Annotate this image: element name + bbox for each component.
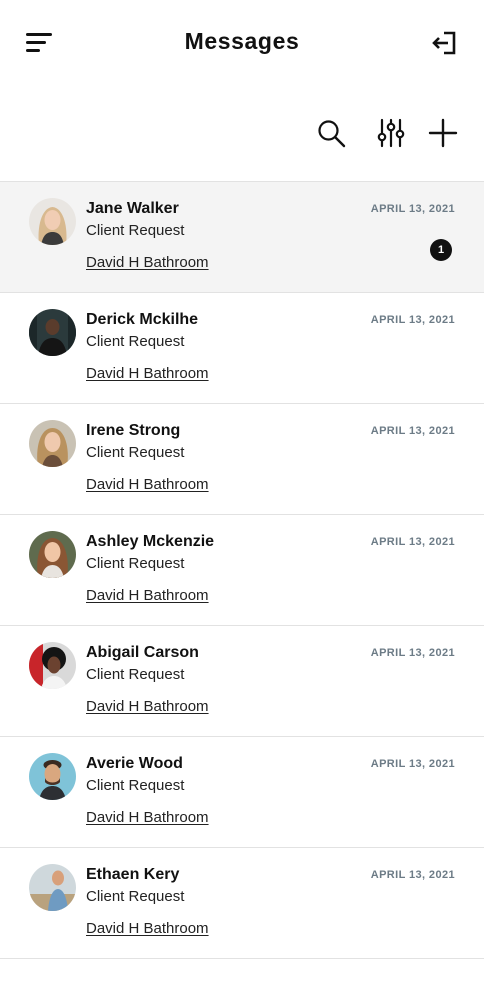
message-subject: Client Request <box>86 444 185 461</box>
message-subject: Client Request <box>86 333 185 350</box>
project-link[interactable]: David H Bathroom <box>86 809 209 826</box>
avatar <box>29 420 76 467</box>
project-link[interactable]: David H Bathroom <box>86 254 209 271</box>
project-link[interactable]: David H Bathroom <box>86 365 209 382</box>
avatar <box>29 753 76 800</box>
unread-badge: 1 <box>430 239 452 261</box>
avatar <box>29 309 76 356</box>
message-subject: Client Request <box>86 555 185 572</box>
avatar <box>29 198 76 245</box>
message-item[interactable]: Irene Strong Client Request David H Bath… <box>0 404 484 515</box>
avatar <box>29 642 76 689</box>
message-date: APRIL 13, 2021 <box>370 536 455 548</box>
message-date: APRIL 13, 2021 <box>370 758 455 770</box>
contact-name: Ethaen Kery <box>86 866 180 883</box>
project-link[interactable]: David H Bathroom <box>86 476 209 493</box>
message-date: APRIL 13, 2021 <box>370 425 455 437</box>
message-list: Jane Walker Client Request David H Bathr… <box>0 181 484 959</box>
search-icon[interactable] <box>316 118 346 148</box>
contact-name: Averie Wood <box>86 755 183 772</box>
message-subject: Client Request <box>86 666 185 683</box>
avatar <box>29 531 76 578</box>
avatar <box>29 864 76 911</box>
message-date: APRIL 13, 2021 <box>370 869 455 881</box>
toolbar <box>0 110 484 156</box>
message-subject: Client Request <box>86 777 185 794</box>
project-link[interactable]: David H Bathroom <box>86 698 209 715</box>
project-link[interactable]: David H Bathroom <box>86 587 209 604</box>
messages-screen: Messages Jane Walker Client Request Davi… <box>0 0 484 1000</box>
header: Messages <box>0 0 484 86</box>
contact-name: Irene Strong <box>86 422 181 439</box>
contact-name: Derick Mckilhe <box>86 311 199 328</box>
sliders-filter-icon[interactable] <box>376 118 406 148</box>
contact-name: Abigail Carson <box>86 644 199 661</box>
message-item[interactable]: Abigail Carson Client Request David H Ba… <box>0 626 484 737</box>
message-date: APRIL 13, 2021 <box>370 314 455 326</box>
message-item[interactable]: Ethaen Kery Client Request David H Bathr… <box>0 848 484 959</box>
logout-icon[interactable] <box>430 29 458 57</box>
project-link[interactable]: David H Bathroom <box>86 920 209 937</box>
message-item[interactable]: Ashley Mckenzie Client Request David H B… <box>0 515 484 626</box>
message-subject: Client Request <box>86 222 185 239</box>
page-title: Messages <box>184 28 300 54</box>
contact-name: Ashley Mckenzie <box>86 533 215 550</box>
message-date: APRIL 13, 2021 <box>370 647 455 659</box>
plus-icon[interactable] <box>428 118 458 148</box>
contact-name: Jane Walker <box>86 200 179 217</box>
message-item[interactable]: Derick Mckilhe Client Request David H Ba… <box>0 293 484 404</box>
message-item[interactable]: Jane Walker Client Request David H Bathr… <box>0 182 484 293</box>
message-item[interactable]: Averie Wood Client Request David H Bathr… <box>0 737 484 848</box>
message-date: APRIL 13, 2021 <box>370 203 455 215</box>
message-subject: Client Request <box>86 888 185 905</box>
